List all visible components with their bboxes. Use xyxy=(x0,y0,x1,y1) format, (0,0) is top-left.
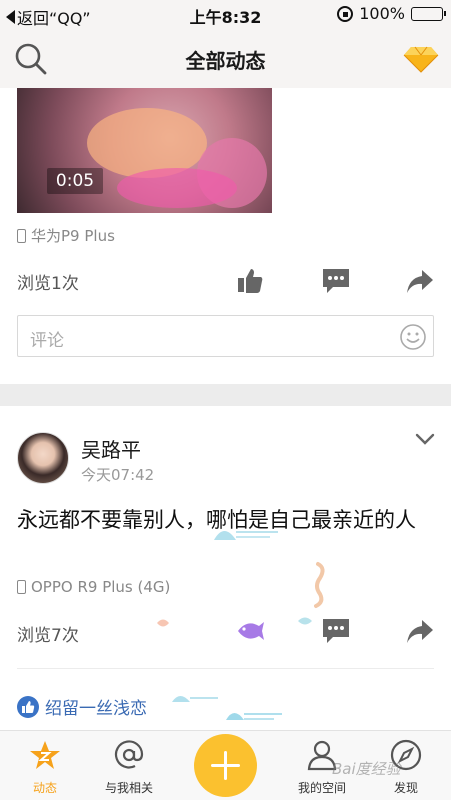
divider xyxy=(17,668,434,669)
author-name[interactable]: 吴路平 xyxy=(81,434,141,463)
liked-by-name[interactable]: 绍留一丝浅恋 xyxy=(45,694,147,719)
qzone-star-icon xyxy=(30,741,60,769)
jellyfish-decoration-icon xyxy=(214,531,278,540)
page-title: 全部动态 xyxy=(185,49,266,73)
tab-related-label: 与我相关 xyxy=(104,781,153,795)
tab-discover-label: 发现 xyxy=(393,781,418,795)
battery-icon xyxy=(411,6,446,21)
post1-device-label: 华为P9 Plus xyxy=(31,227,115,245)
add-post-button[interactable] xyxy=(194,734,257,797)
at-icon xyxy=(114,740,144,769)
battery-percent: 100% xyxy=(359,4,405,23)
phone-icon xyxy=(17,228,26,243)
share-icon[interactable] xyxy=(405,616,435,646)
avatar[interactable] xyxy=(17,432,69,484)
post2-device: OPPO R9 Plus (4G) xyxy=(17,578,170,596)
watermark: Bai度经验 xyxy=(332,760,401,778)
tab-my-space-label: 我的空间 xyxy=(297,781,346,795)
emoji-icon[interactable] xyxy=(399,323,427,351)
jellyfish-decoration-icon xyxy=(172,696,218,702)
comment-placeholder: 评论 xyxy=(30,331,64,351)
comment-input[interactable]: 评论 xyxy=(17,315,434,357)
thumbs-up-icon xyxy=(17,695,39,718)
status-bar: 返回“QQ” 上午8:32 100% xyxy=(0,0,451,28)
like-icon[interactable] xyxy=(235,616,265,646)
post-time: 今天07:42 xyxy=(81,466,155,484)
small-fish-decoration-icon xyxy=(298,617,312,625)
like-icon[interactable] xyxy=(235,266,265,296)
tab-feed[interactable]: 动态 xyxy=(0,731,90,800)
seahorse-decoration-icon xyxy=(314,562,325,608)
post1-device: 华为P9 Plus xyxy=(17,225,115,246)
comment-icon[interactable] xyxy=(321,616,351,646)
chevron-down-icon[interactable] xyxy=(413,430,437,448)
post1-views: 浏览1次 xyxy=(17,274,79,294)
jellyfish-decoration-icon xyxy=(226,713,282,720)
share-icon[interactable] xyxy=(405,266,435,296)
post2-views: 浏览7次 xyxy=(17,626,79,646)
tab-feed-label: 动态 xyxy=(32,781,57,795)
post-separator xyxy=(0,384,451,406)
post2-device-label: OPPO R9 Plus (4G) xyxy=(31,578,171,596)
rotation-lock-icon xyxy=(337,5,354,22)
video-duration: 0:05 xyxy=(47,168,103,194)
tab-related[interactable]: 与我相关 xyxy=(84,731,174,800)
comment-icon[interactable] xyxy=(321,266,351,296)
video-thumbnail[interactable]: 0:05 xyxy=(17,88,272,213)
phone-icon xyxy=(17,580,26,594)
liked-by[interactable]: 绍留一丝浅恋 xyxy=(17,694,147,719)
diamond-vip-icon[interactable] xyxy=(403,45,439,73)
small-fish-decoration-icon xyxy=(157,619,169,627)
nav-bar: 全部动态 xyxy=(0,28,451,88)
